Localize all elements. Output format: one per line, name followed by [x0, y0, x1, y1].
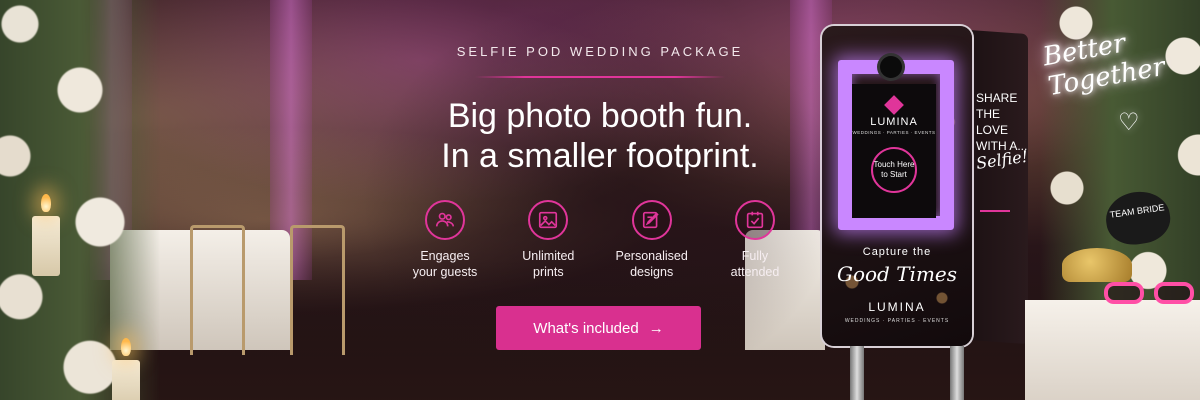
booth-capture-text: Capture the: [862, 246, 932, 258]
design-pen-icon: [631, 200, 672, 240]
candle-flame: [121, 338, 131, 356]
sequin-hat-prop: [1062, 248, 1132, 282]
background-chair: [290, 225, 345, 355]
booth-good-times-text: Good Times: [836, 262, 958, 286]
candle: [32, 216, 60, 276]
feature-label: Fully attended: [730, 249, 780, 279]
booth-pole: [850, 346, 864, 400]
booth-screen: LUMINA WEDDINGS · PARTIES · EVENTS Touch…: [852, 84, 936, 218]
booth-pole: [950, 346, 964, 400]
whats-included-button[interactable]: What's included →: [496, 306, 701, 350]
feature-label: Personalised designs: [615, 249, 688, 279]
booth-screen-logo: LUMINA WEDDINGS · PARTIES · EVENTS: [852, 95, 936, 135]
booth-side-divider: [980, 210, 1010, 212]
headline-line-2: In a smaller footprint.: [441, 137, 759, 175]
candle-flame: [41, 194, 51, 212]
booth-side-panel: [968, 29, 1028, 345]
guests-icon: [425, 200, 465, 240]
arrow-right-icon: →: [648, 319, 664, 337]
feature-item-prints: Unlimited prints: [498, 200, 598, 280]
booth-side-text: SHARE THE LOVE WITH A...: [976, 91, 1028, 153]
headline-line-1: Big photo booth fun.: [447, 97, 753, 135]
feature-item-designs: Personalised designs: [602, 200, 702, 280]
props-table: [1025, 300, 1200, 400]
cta-label: What's included: [533, 319, 639, 337]
flower-arrangement-left: [0, 0, 160, 400]
feature-label: Engages your guests: [412, 249, 478, 279]
feature-item-guests: Engages your guests: [395, 200, 495, 280]
heart-glasses-prop: [1104, 282, 1200, 304]
feature-list: Engages your guests Unlimited prints Per…: [395, 200, 805, 280]
hero-content: SELFIE POD WEDDING PACKAGE Big photo boo…: [380, 0, 820, 400]
booth-brand-sub: WEDDINGS · PARTIES · EVENTS: [844, 318, 950, 324]
booth-brand: LUMINA: [868, 300, 926, 314]
checkbox-icon: [734, 200, 775, 240]
touch-to-start-button: Touch Here to Start: [871, 147, 917, 193]
candle: [112, 360, 140, 400]
eyebrow-title: SELFIE POD WEDDING PACKAGE: [456, 44, 744, 59]
headline: Big photo booth fun. In a smaller footpr…: [380, 96, 820, 176]
background-chair: [190, 225, 245, 355]
lumina-logo-icon: [884, 95, 904, 115]
title-divider: [475, 76, 725, 78]
camera-icon: [880, 56, 902, 78]
feature-label: Unlimited prints: [522, 249, 575, 279]
heart-icon: ♡: [1118, 109, 1140, 136]
feature-item-attended: Fully attended: [705, 200, 805, 280]
hero-banner: SELFIE POD WEDDING PACKAGE Big photo boo…: [0, 0, 1200, 400]
prints-icon: [528, 200, 569, 240]
